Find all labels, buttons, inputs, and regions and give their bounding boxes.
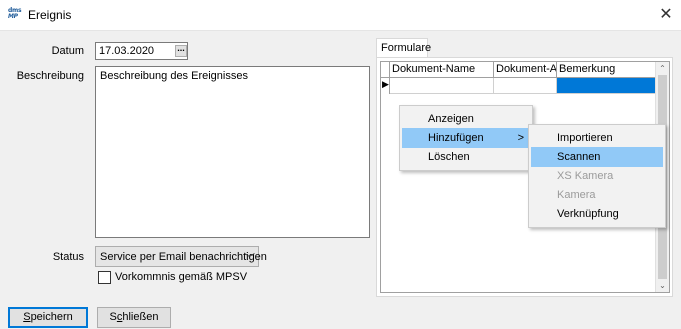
save-button[interactable]: Speichern bbox=[8, 307, 88, 328]
cell-dokument-name[interactable] bbox=[390, 78, 494, 94]
app-logo-bottom: MP bbox=[8, 13, 18, 20]
title-bar: dms MP Ereignis ✕ bbox=[0, 0, 681, 31]
cell-dokument-art[interactable] bbox=[494, 78, 557, 94]
menu-item-anzeigen[interactable]: Anzeigen bbox=[402, 109, 530, 129]
cell-bemerkung-selected[interactable] bbox=[557, 78, 657, 94]
save-mnemonic: S bbox=[23, 311, 31, 323]
grid-corner bbox=[381, 62, 390, 77]
submenu-arrow-icon: > bbox=[517, 132, 524, 144]
submenu-item-xs-kamera: XS Kamera bbox=[557, 170, 614, 182]
column-header-dokument-name[interactable]: Dokument-Name bbox=[390, 62, 494, 77]
mpsv-checkbox[interactable] bbox=[98, 271, 111, 284]
beschreibung-textarea[interactable]: Beschreibung des Ereignisses bbox=[95, 66, 370, 238]
app-logo-icon: dms MP bbox=[8, 8, 24, 22]
submenu-item-importieren[interactable]: Importieren bbox=[531, 128, 663, 148]
context-menu: Anzeigen Hinzufügen > Löschen bbox=[399, 105, 533, 171]
datum-value: 17.03.2020 bbox=[99, 45, 155, 57]
scroll-down-icon[interactable]: ⌄ bbox=[656, 279, 669, 292]
close-label-rest: hließen bbox=[122, 311, 159, 323]
date-picker-button[interactable]: ... bbox=[175, 44, 187, 57]
datum-field[interactable]: 17.03.2020 ... bbox=[95, 42, 188, 60]
scroll-up-icon[interactable]: ⌃ bbox=[656, 62, 669, 75]
column-header-dokument-art[interactable]: Dokument-Art bbox=[494, 62, 557, 77]
chevron-down-icon: ﹀ bbox=[244, 253, 255, 265]
menu-item-loeschen[interactable]: Löschen bbox=[402, 147, 530, 167]
save-label-rest: peichern bbox=[30, 311, 73, 323]
submenu-item-kamera: Kamera bbox=[557, 189, 596, 201]
current-row-icon: ▶ bbox=[382, 79, 389, 89]
grid-header: Dokument-Name Dokument-Art Bemerkung bbox=[381, 62, 657, 78]
submenu-item-scannen[interactable]: Scannen bbox=[531, 147, 663, 167]
mpsv-checkbox-label[interactable]: Vorkommnis gemäß MPSV bbox=[115, 271, 247, 283]
close-window-icon[interactable]: ✕ bbox=[651, 0, 681, 30]
status-selected-value: Service per Email benachrichtigen bbox=[100, 251, 267, 263]
menu-item-hinzufuegen[interactable]: Hinzufügen > bbox=[402, 128, 530, 148]
submenu-item-verknuepfung[interactable]: Verknüpfung bbox=[531, 204, 663, 224]
tab-formulare-label: Formulare bbox=[381, 42, 432, 54]
row-indicator[interactable]: ▶ bbox=[381, 78, 390, 94]
tab-formulare[interactable]: Formulare bbox=[376, 38, 432, 58]
datum-label: Datum bbox=[51, 45, 84, 57]
window-title: Ereignis bbox=[28, 8, 72, 22]
column-header-bemerkung[interactable]: Bemerkung bbox=[557, 62, 669, 77]
beschreibung-label: Beschreibung bbox=[16, 70, 84, 82]
close-button[interactable]: Schließen bbox=[97, 307, 171, 328]
beschreibung-value: Beschreibung des Ereignisses bbox=[100, 70, 248, 82]
status-dropdown[interactable]: Service per Email benachrichtigen ﹀ bbox=[95, 246, 267, 267]
close-label-first: S bbox=[109, 311, 117, 323]
menu-item-hinzufuegen-label: Hinzufügen bbox=[428, 132, 484, 144]
submenu-hinzufuegen: Importieren Scannen XS Kamera Kamera Ver… bbox=[528, 124, 666, 228]
status-label: Status bbox=[52, 251, 84, 263]
